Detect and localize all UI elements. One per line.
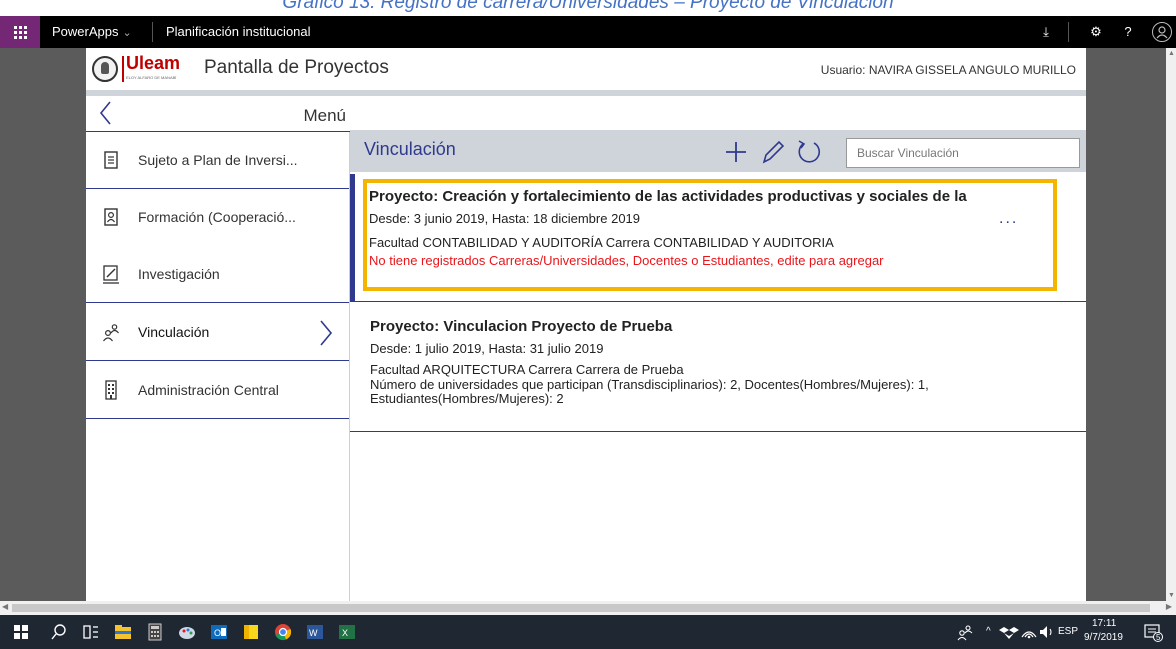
avatar[interactable] — [1152, 22, 1172, 42]
excel-icon[interactable]: X — [336, 621, 358, 643]
uleam-logo: Uleam ELOY ALFARO DE MANABÍ — [92, 53, 202, 86]
svg-text:X: X — [342, 628, 348, 638]
people-icon — [103, 324, 119, 342]
document-icon — [104, 151, 118, 169]
clock-date[interactable]: 9/7/2019 — [1084, 632, 1123, 643]
back-arrow-icon[interactable] — [96, 98, 116, 128]
more-options-icon[interactable]: ... — [999, 210, 1018, 228]
vertical-scrollbar[interactable]: ▲ ▼ — [1166, 48, 1176, 601]
project-faculty: Facultad ARQUITECTURA Carrera Carrera de… — [370, 362, 684, 377]
sidebar-item-label: Administración Central — [138, 382, 279, 398]
search-input[interactable]: Buscar Vinculación — [846, 138, 1080, 168]
sidebar-item-administracion[interactable]: Administración Central — [86, 362, 349, 419]
download-icon[interactable]: ⤓ — [1036, 16, 1056, 48]
divider — [152, 22, 153, 42]
project-dates: Desde: 1 julio 2019, Hasta: 31 julio 201… — [370, 341, 604, 356]
canvas-gutter-left — [0, 48, 86, 601]
sidebar-item-label: Vinculación — [138, 324, 210, 340]
powerapps-topbar: PowerApps ⌄ Planificación institucional ⤓… — [0, 16, 1176, 48]
logo-subtitle: ELOY ALFARO DE MANABÍ — [126, 75, 177, 80]
file-explorer-icon[interactable] — [112, 621, 134, 643]
scroll-up-icon[interactable]: ▲ — [1168, 50, 1175, 57]
app-launcher-button[interactable] — [0, 16, 40, 48]
chevron-down-icon: ⌄ — [122, 27, 132, 39]
menu-title: Menú — [303, 106, 346, 125]
waffle-icon — [13, 25, 27, 39]
menu-header: Menú — [86, 96, 350, 132]
sidebar-item-vinculacion[interactable]: Vinculación — [86, 304, 349, 361]
project-detail-2: Estudiantes(Hombres/Mujeres): 2 — [370, 391, 564, 406]
notification-center-icon[interactable] — [1142, 621, 1164, 643]
brand-label: PowerApps — [52, 24, 119, 39]
gallery-header: Vinculación Buscar Vinculación — [350, 130, 1086, 172]
project-title: Proyecto: Vinculacion Proyecto de Prueba — [370, 318, 673, 335]
windows-start-icon[interactable] — [10, 621, 32, 643]
edit-pencil-icon[interactable] — [758, 136, 786, 166]
project-card[interactable]: Proyecto: Vinculacion Proyecto de Prueba… — [350, 304, 1086, 432]
gallery-title: Vinculación — [364, 139, 456, 159]
volume-icon[interactable] — [1036, 621, 1058, 643]
project-card-selected[interactable]: Proyecto: Creación y fortalecimiento de … — [350, 174, 1086, 302]
powerapps-menu[interactable]: PowerApps ⌄ — [52, 16, 132, 48]
chevron-up-icon[interactable]: ^ — [986, 626, 991, 637]
add-icon[interactable] — [722, 136, 750, 166]
horizontal-scrollbar[interactable]: ◀ ▶ — [0, 601, 1176, 615]
user-label: Usuario: NAVIRA GISSELA ANGULO MURILLO — [820, 63, 1076, 77]
sidebar-menu: Sujeto a Plan de Inversi... Formación (C… — [86, 132, 350, 601]
figure-caption: Gráfico 13: Registro de carrera/Universi… — [282, 0, 894, 13]
settings-icon[interactable]: ⚙ — [1086, 16, 1106, 48]
project-dates: Desde: 3 junio 2019, Hasta: 18 diciembre… — [369, 211, 641, 226]
project-warning: No tiene registrados Carreras/Universida… — [369, 253, 884, 268]
help-icon[interactable]: ? — [1118, 16, 1138, 48]
task-view-icon[interactable] — [80, 621, 102, 643]
canvas-gutter-right — [1086, 48, 1166, 601]
divider — [1068, 22, 1069, 42]
sidebar-item-label: Investigación — [138, 266, 220, 282]
scroll-down-icon[interactable]: ▼ — [1168, 592, 1175, 599]
scroll-right-icon[interactable]: ▶ — [1166, 602, 1172, 611]
page-title: Pantalla de Proyectos — [204, 57, 389, 78]
sidebar-item-label: Sujeto a Plan de Inversi... — [138, 152, 298, 168]
edit-note-icon — [103, 265, 119, 284]
sidebar-item-formacion[interactable]: Formación (Cooperació... — [86, 189, 349, 246]
calculator-icon[interactable] — [144, 621, 166, 643]
project-detail: Número de universidades que participan (… — [370, 377, 929, 392]
notification-count: 5 — [1156, 633, 1161, 642]
search-icon[interactable] — [48, 621, 70, 643]
scroll-left-icon[interactable]: ◀ — [2, 602, 8, 611]
outlook-icon[interactable]: O — [208, 621, 230, 643]
svg-text:O: O — [214, 628, 221, 638]
chrome-icon[interactable] — [272, 621, 294, 643]
app-name: Planificación institucional — [166, 24, 311, 39]
sidebar-item-plan-inversion[interactable]: Sujeto a Plan de Inversi... — [86, 132, 349, 189]
paint-icon[interactable] — [176, 621, 198, 643]
scrollbar-thumb[interactable] — [12, 604, 1150, 612]
building-icon — [105, 380, 117, 400]
svg-text:W: W — [309, 628, 318, 638]
sidebar-item-label: Formación (Cooperació... — [138, 209, 296, 225]
person-icon — [1156, 26, 1168, 39]
seal-icon — [92, 56, 118, 82]
language-indicator[interactable]: ESP — [1058, 626, 1078, 637]
chevron-right-icon[interactable] — [317, 318, 335, 348]
project-title: Proyecto: Creación y fortalecimiento de … — [369, 188, 967, 205]
dropbox-icon[interactable] — [998, 621, 1020, 643]
logo-text: Uleam — [126, 53, 181, 73]
projects-gallery: Vinculación Buscar Vinculación Proyecto:… — [350, 130, 1086, 601]
contact-card-icon — [104, 208, 118, 226]
people-icon[interactable] — [954, 621, 976, 643]
sticky-notes-icon[interactable] — [240, 621, 262, 643]
app-canvas: Uleam ELOY ALFARO DE MANABÍ Pantalla de … — [86, 48, 1086, 601]
windows-taskbar: O W X ^ ESP 17:11 9/7/2019 5 — [0, 615, 1176, 649]
sidebar-item-investigacion[interactable]: Investigación — [86, 246, 349, 303]
project-faculty: Facultad CONTABILIDAD Y AUDITORÍA Carrer… — [369, 235, 834, 250]
refresh-icon[interactable] — [794, 136, 822, 166]
clock-time[interactable]: 17:11 — [1092, 618, 1116, 629]
word-icon[interactable]: W — [304, 621, 326, 643]
app-header: Uleam ELOY ALFARO DE MANABÍ Pantalla de … — [86, 48, 1086, 90]
